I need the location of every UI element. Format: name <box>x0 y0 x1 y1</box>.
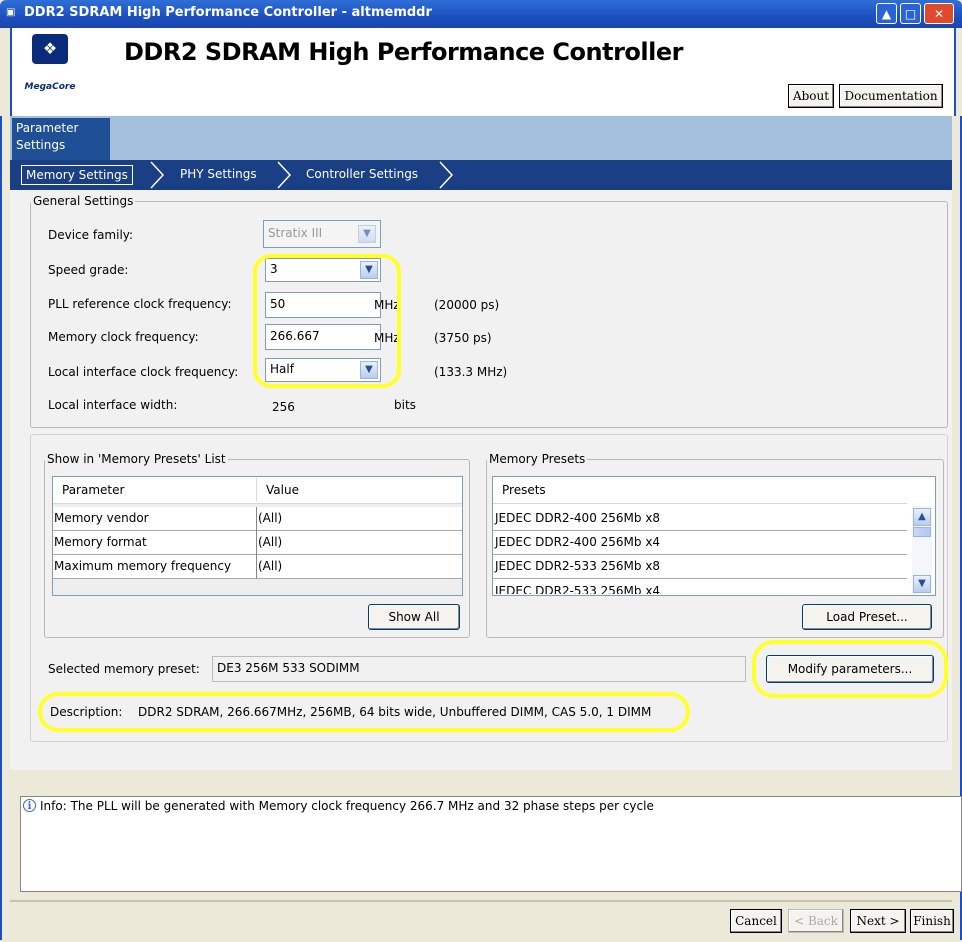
title-bar: ▣ DDR2 SDRAM High Performance Controller… <box>0 0 962 28</box>
row-value: (All) <box>258 511 283 525</box>
selected-preset-field: DE3 256M 533 SODIMM <box>212 656 746 682</box>
preset-item: JEDEC DDR2-400 256Mb x8 <box>495 511 661 525</box>
selected-preset-label: Selected memory preset: <box>48 662 200 676</box>
list-item[interactable]: JEDEC DDR2-533 256Mb x4 <box>493 580 907 594</box>
documentation-button[interactable]: Documentation <box>839 84 943 108</box>
load-preset-button[interactable]: Load Preset... <box>802 604 932 630</box>
local-width-value: 256 <box>272 400 295 414</box>
preset-item: JEDEC DDR2-533 256Mb x8 <box>495 559 661 573</box>
maximize-icon[interactable]: □ <box>900 3 921 24</box>
cancel-button[interactable]: Cancel <box>730 909 782 933</box>
crumb-phy-settings[interactable]: PHY Settings <box>180 167 257 181</box>
chevron-right-icon <box>150 161 165 189</box>
chevron-down-icon: ▼ <box>358 225 376 243</box>
speed-grade-label: Speed grade: <box>48 263 129 277</box>
preset-item: JEDEC DDR2-533 256Mb x4 <box>495 584 661 594</box>
selected-preset-value: DE3 256M 533 SODIMM <box>217 661 360 675</box>
presets-filter-legend: Show in 'Memory Presets' List <box>47 452 226 466</box>
page-title: DDR2 SDRAM High Performance Controller <box>124 38 683 66</box>
pll-ref-period: (20000 ps) <box>434 298 500 312</box>
window-title: DDR2 SDRAM High Performance Controller -… <box>24 5 432 20</box>
close-icon[interactable]: ✕ <box>924 3 954 24</box>
finish-button[interactable]: Finish <box>910 909 954 933</box>
mem-clk-label: Memory clock frequency: <box>48 330 199 344</box>
back-button[interactable]: < Back <box>788 909 844 933</box>
info-icon: i <box>23 799 36 812</box>
highlight-ring <box>253 254 401 388</box>
next-button[interactable]: Next > <box>850 909 906 933</box>
row-param: Memory vendor <box>54 511 149 525</box>
tab-parameter-settings[interactable]: Parameter Settings <box>12 118 110 160</box>
row-value: (All) <box>258 535 283 549</box>
megacore-logo: ❖ MegaCore <box>22 34 78 100</box>
nav-strip <box>10 116 952 160</box>
local-width-label: Local interface width: <box>48 398 178 412</box>
highlight-ring <box>752 640 948 698</box>
highlight-ring <box>38 692 690 732</box>
local-clk-label: Local interface clock frequency: <box>48 365 239 379</box>
show-all-button[interactable]: Show All <box>368 604 460 630</box>
chevron-right-icon <box>277 161 292 189</box>
row-value: (All) <box>258 559 283 573</box>
col-value: Value <box>266 483 299 497</box>
pll-ref-label: PLL reference clock frequency: <box>48 297 232 311</box>
col-parameter: Parameter <box>62 483 125 497</box>
crumb-memory-settings[interactable]: Memory Settings <box>21 165 133 185</box>
megacore-logo-text: MegaCore <box>24 82 76 92</box>
scroll-down-icon[interactable]: ▼ <box>913 575 931 593</box>
local-clk-freq: (133.3 MHz) <box>434 365 508 379</box>
megacore-logo-mark: ❖ <box>32 34 68 64</box>
about-button[interactable]: About <box>788 84 834 108</box>
row-param: Memory format <box>54 535 147 549</box>
memory-presets-legend: Memory Presets <box>489 452 586 466</box>
crumb-controller-settings[interactable]: Controller Settings <box>306 167 418 181</box>
info-text: Info: The PLL will be generated with Mem… <box>40 799 654 813</box>
rollup-icon[interactable]: ▲ <box>876 3 897 24</box>
scroll-up-icon[interactable]: ▲ <box>913 508 931 526</box>
column-divider <box>256 507 257 579</box>
chevron-right-icon <box>439 161 454 189</box>
preset-item: JEDEC DDR2-400 256Mb x4 <box>495 535 661 549</box>
presets-header <box>493 477 907 504</box>
general-settings-legend: General Settings <box>33 194 134 208</box>
column-divider <box>256 478 257 502</box>
local-width-unit: bits <box>394 398 416 412</box>
scrollbar-thumb[interactable] <box>913 527 931 537</box>
device-family-label: Device family: <box>48 228 134 242</box>
mem-clk-period: (3750 ps) <box>434 331 492 345</box>
col-presets: Presets <box>502 483 546 497</box>
row-param: Maximum memory frequency <box>54 559 232 573</box>
device-family-value: Stratix III <box>268 226 323 240</box>
app-icon: ▣ <box>6 7 16 18</box>
